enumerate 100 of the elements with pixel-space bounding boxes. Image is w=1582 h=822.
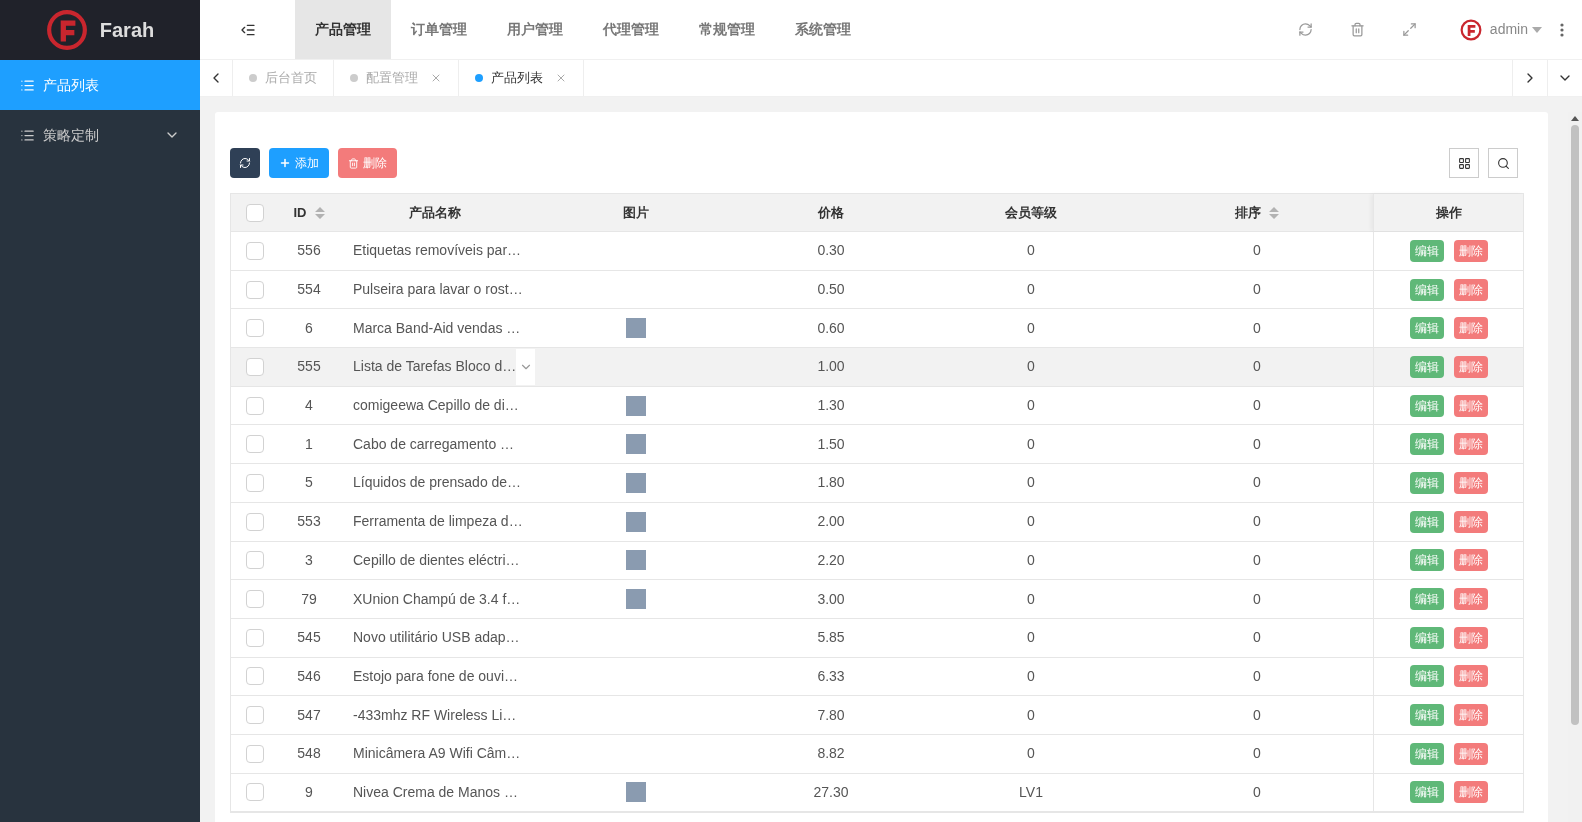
- edit-button[interactable]: 编辑: [1409, 742, 1444, 765]
- top-nav-item[interactable]: 订单管理: [391, 0, 487, 59]
- delete-button[interactable]: 删除: [1453, 394, 1488, 417]
- delete-button[interactable]: 删除: [1453, 704, 1488, 727]
- table-cell: 4: [305, 397, 313, 414]
- delete-button[interactable]: 删除: [1453, 665, 1488, 688]
- row-checkbox[interactable]: [246, 706, 264, 725]
- row-checkbox[interactable]: [246, 357, 264, 376]
- table-cell: 0: [1027, 629, 1035, 646]
- table-row[interactable]: 3 Cepillo de dientes eléctri… 2.20 0 0 编辑 删除: [231, 541, 1523, 581]
- table-row[interactable]: 548 Minicâmera A9 Wifi Câm… 8.82 0 0 编辑 删除: [231, 734, 1523, 774]
- delete-button[interactable]: 删除: [1453, 471, 1488, 494]
- row-checkbox[interactable]: [246, 590, 264, 609]
- delete-button[interactable]: 删除: [338, 148, 397, 178]
- edit-button[interactable]: 编辑: [1409, 317, 1444, 340]
- edit-button[interactable]: 编辑: [1409, 626, 1444, 649]
- page-tab[interactable]: 后台首页: [233, 60, 334, 96]
- delete-button[interactable]: 删除: [1453, 588, 1488, 611]
- row-checkbox[interactable]: [246, 667, 264, 686]
- row-checkbox[interactable]: [246, 280, 264, 299]
- delete-button[interactable]: 删除: [1453, 742, 1488, 765]
- sort-icon[interactable]: [314, 206, 325, 219]
- edit-button[interactable]: 编辑: [1409, 588, 1444, 611]
- table-cell: 0: [1253, 281, 1261, 298]
- row-checkbox[interactable]: [246, 435, 264, 454]
- table-row[interactable]: 5 Líquidos de prensado de… 1.80 0 0 编辑 删除: [231, 464, 1523, 503]
- sidebar-item[interactable]: 产品列表: [0, 60, 200, 110]
- search-button[interactable]: [1488, 148, 1518, 178]
- row-checkbox[interactable]: [246, 551, 264, 570]
- delete-button[interactable]: 删除: [1453, 355, 1488, 378]
- row-checkbox[interactable]: [246, 396, 264, 415]
- table-cell: 553: [297, 513, 321, 530]
- edit-button[interactable]: 编辑: [1409, 239, 1444, 262]
- delete-button[interactable]: 删除: [1453, 278, 1488, 301]
- row-checkbox[interactable]: [246, 473, 264, 492]
- table-cell: 6.33: [817, 667, 845, 684]
- caret-icon: [1532, 26, 1542, 33]
- table-row[interactable]: 546 Estojo para fone de ouvi… 6.33 0 0 编辑 删除: [231, 657, 1523, 697]
- expand-cell-button[interactable]: [516, 348, 535, 385]
- row-checkbox[interactable]: [246, 744, 264, 763]
- top-nav-item[interactable]: 用户管理: [487, 0, 583, 59]
- page-tab[interactable]: 产品列表: [459, 60, 584, 96]
- delete-button[interactable]: 删除: [1453, 317, 1488, 340]
- refresh-button[interactable]: [230, 148, 260, 178]
- table-cell: 0: [1027, 590, 1035, 607]
- table-cell: 0: [1253, 667, 1261, 684]
- table-cell-text: comigeewa Cepillo de di…: [353, 396, 519, 416]
- delete-button[interactable]: 删除: [1453, 549, 1488, 572]
- top-nav-item[interactable]: 产品管理: [295, 0, 391, 59]
- row-checkbox[interactable]: [246, 319, 264, 338]
- edit-button[interactable]: 编辑: [1409, 394, 1444, 417]
- add-button[interactable]: 添加: [269, 148, 329, 178]
- table-row[interactable]: 4 comigeewa Cepillo de di… 1.30 0 0 编辑 删除: [231, 386, 1523, 426]
- top-nav-item[interactable]: 常规管理: [679, 0, 775, 59]
- row-checkbox[interactable]: [246, 241, 264, 260]
- delete-button[interactable]: 删除: [1453, 781, 1488, 804]
- sidebar-item[interactable]: 策略定制: [0, 110, 200, 160]
- edit-button[interactable]: 编辑: [1409, 471, 1444, 494]
- table-row[interactable]: 554 Pulseira para lavar o rost… 0.50 0 0 编辑 删除: [231, 270, 1523, 310]
- table-cell-text: Líquidos de prensado de…: [353, 473, 522, 493]
- table-cell: 0.30: [817, 242, 845, 259]
- delete-button[interactable]: 删除: [1453, 239, 1488, 262]
- table-row[interactable]: 547 -433mhz RF Wireless Li… 7.80 0 0 编辑 删除: [231, 696, 1523, 735]
- edit-button[interactable]: 编辑: [1409, 355, 1444, 378]
- edit-button[interactable]: 编辑: [1409, 665, 1444, 688]
- select-all-checkbox[interactable]: [246, 203, 264, 222]
- row-checkbox[interactable]: [246, 783, 264, 802]
- table-row[interactable]: 545 Novo utilitário USB adap… 5.85 0 0 编辑 删除: [231, 618, 1523, 658]
- table-row[interactable]: 555 Lista de Tarefas Bloco d… 1.00 0 0 编辑 删除: [231, 348, 1523, 387]
- page-tab[interactable]: 配置管理: [334, 60, 459, 96]
- table-cell: 2.20: [817, 551, 845, 568]
- edit-button[interactable]: 编辑: [1409, 278, 1444, 301]
- edit-button[interactable]: 编辑: [1409, 781, 1444, 804]
- delete-button[interactable]: 删除: [1453, 626, 1488, 649]
- edit-button[interactable]: 编辑: [1409, 549, 1444, 572]
- edit-button[interactable]: 编辑: [1409, 433, 1444, 456]
- top-nav-item[interactable]: 系统管理: [775, 0, 871, 59]
- sort-icon[interactable]: [1269, 206, 1279, 219]
- close-icon[interactable]: [555, 72, 567, 84]
- table-row[interactable]: 556 Etiquetas removíveis par… 0.30 0 0 编辑 删除: [231, 232, 1523, 271]
- scroll-up-arrow-icon[interactable]: [1571, 116, 1579, 121]
- delete-button[interactable]: 删除: [1453, 510, 1488, 533]
- table-row[interactable]: 6 Marca Band-Aid vendas … 0.60 0 0 编辑 删除: [231, 309, 1523, 349]
- edit-button[interactable]: 编辑: [1409, 510, 1444, 533]
- table-cell: 0: [1027, 435, 1035, 452]
- table-cell: 0: [1253, 783, 1261, 800]
- columns-button[interactable]: [1449, 148, 1479, 178]
- edit-button[interactable]: 编辑: [1409, 704, 1444, 727]
- table-cell: 0: [1253, 358, 1261, 375]
- close-icon[interactable]: [430, 72, 442, 84]
- row-checkbox[interactable]: [246, 512, 264, 531]
- table-row[interactable]: 9 Nivea Crema de Manos … 27.30 LV1 0 编辑 删除: [231, 773, 1523, 813]
- user-menu[interactable]: admin: [1489, 19, 1542, 40]
- table-cell: 1.50: [817, 435, 845, 452]
- table-row[interactable]: 1 Cabo de carregamento … 1.50 0 0 编辑 删除: [231, 425, 1523, 465]
- table-row[interactable]: 553 Ferramenta de limpeza d… 2.00 0 0 编辑 删除: [231, 502, 1523, 542]
- top-nav-item[interactable]: 代理管理: [583, 0, 679, 59]
- row-checkbox[interactable]: [246, 628, 264, 647]
- delete-button[interactable]: 删除: [1453, 433, 1488, 456]
- table-row[interactable]: 79 XUnion Champú de 3.4 f… 3.00 0 0 编辑 删除: [231, 580, 1523, 619]
